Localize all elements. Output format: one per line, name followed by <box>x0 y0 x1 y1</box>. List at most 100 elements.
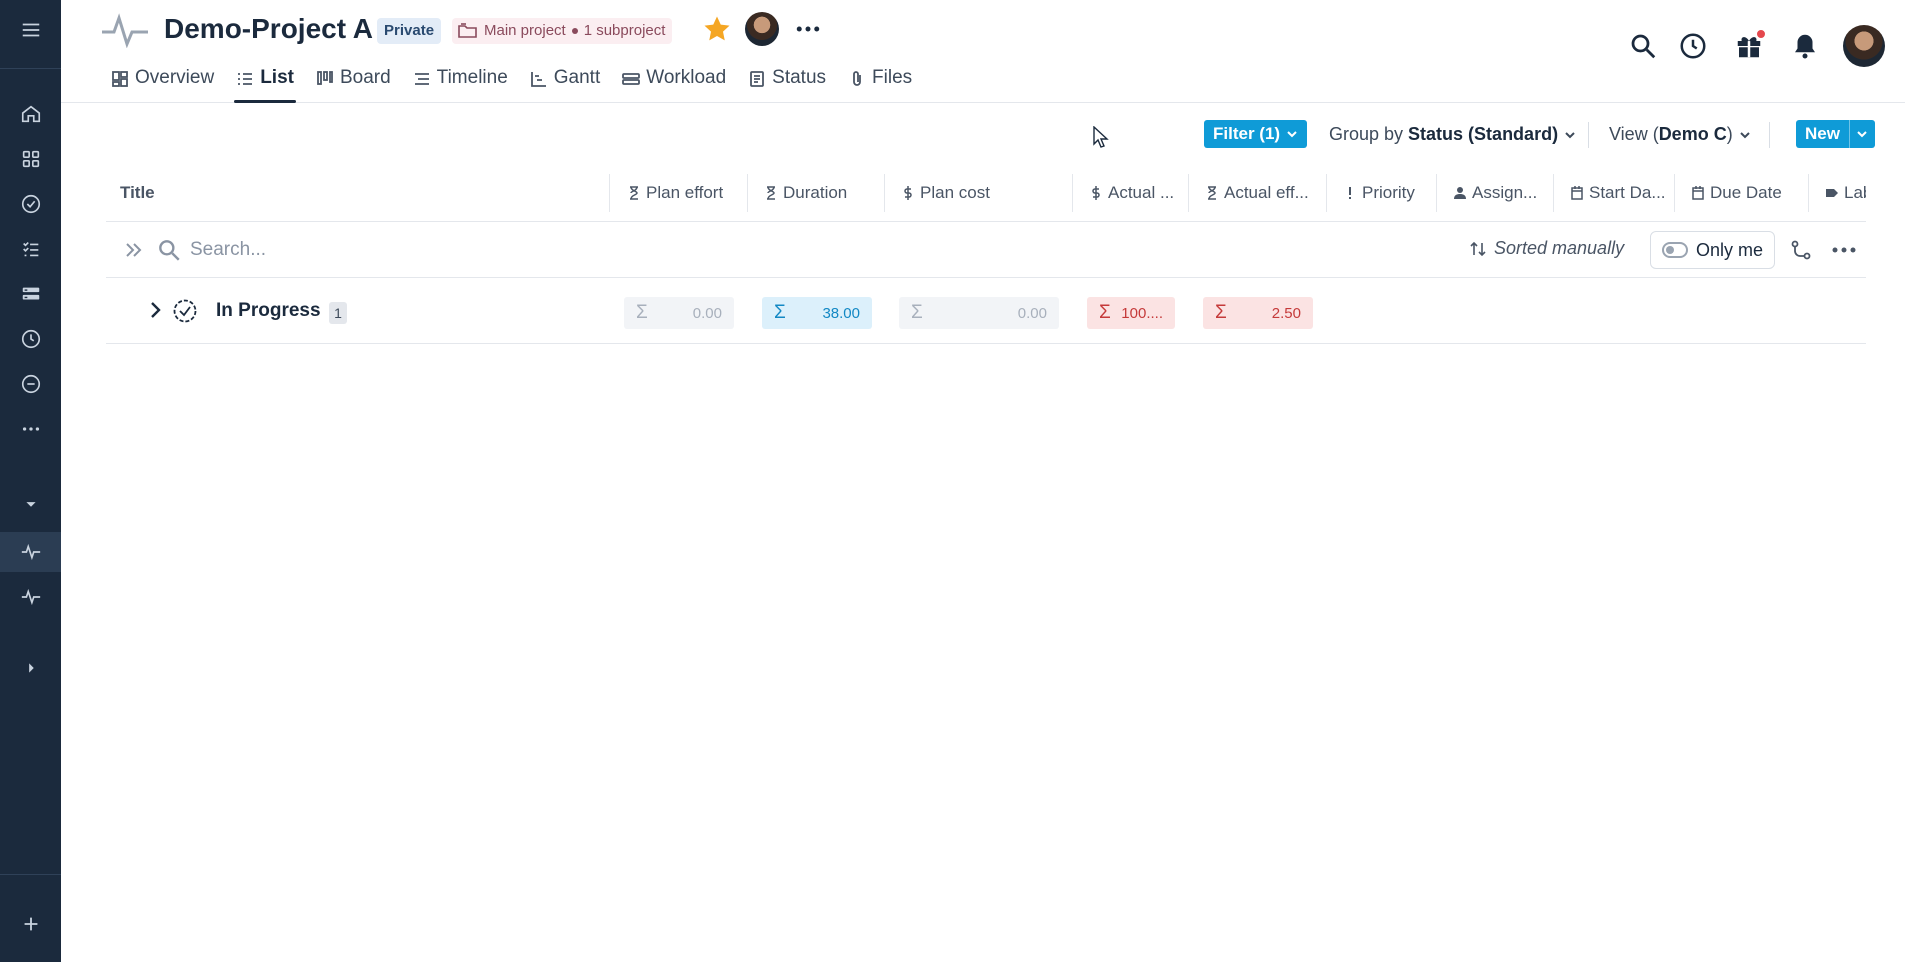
project-pulse-icon <box>102 13 148 48</box>
column-resizer[interactable] <box>1674 174 1675 212</box>
tab-status[interactable]: Status <box>737 62 837 103</box>
tab-overview[interactable]: Overview <box>100 62 225 103</box>
more-horizontal-icon[interactable] <box>793 14 823 44</box>
new-item-button[interactable]: New <box>1796 120 1875 148</box>
column-label: Plan cost <box>920 183 990 202</box>
group-by-prefix: Group by <box>1329 124 1409 144</box>
sum-plan-cost: Σ 0.00 <box>899 297 1059 329</box>
column-header-labels[interactable]: Labe <box>1826 164 1866 222</box>
gift-icon[interactable] <box>1731 28 1767 64</box>
tab-timeline[interactable]: Timeline <box>402 62 519 103</box>
chevron-down-icon <box>1739 131 1750 138</box>
folder-icon <box>458 23 477 38</box>
tab-workload[interactable]: Workload <box>611 62 737 103</box>
double-chevron-right-icon[interactable] <box>122 238 146 262</box>
column-label: Priority <box>1362 183 1415 202</box>
menu-icon[interactable] <box>0 10 61 50</box>
column-header-plan-cost[interactable]: Plan cost <box>902 164 990 222</box>
clock-icon[interactable] <box>0 319 61 359</box>
view-suffix: ) <box>1726 124 1733 144</box>
tab-label: Board <box>339 67 391 88</box>
search-input[interactable] <box>190 234 790 266</box>
column-header-title[interactable]: Title <box>120 164 155 222</box>
subtask-tree-icon[interactable] <box>1789 238 1813 262</box>
sort-arrows-icon <box>1470 241 1486 256</box>
board-icon <box>317 71 333 85</box>
user-avatar[interactable] <box>1843 25 1885 67</box>
group-by-selector[interactable]: Group by Status (Standard) <box>1329 124 1576 145</box>
chevron-down-icon <box>1287 131 1297 138</box>
rail-divider <box>0 874 61 875</box>
caret-right-icon[interactable] <box>0 648 61 688</box>
tab-gantt[interactable]: Gantt <box>519 62 611 103</box>
column-resizer[interactable] <box>884 174 885 212</box>
bell-icon[interactable] <box>1787 28 1823 64</box>
caret-down-icon[interactable] <box>0 484 61 524</box>
column-resizer[interactable] <box>1072 174 1073 212</box>
exclamation-icon <box>1349 187 1351 199</box>
project-title[interactable]: Demo-Project A <box>164 13 373 45</box>
tab-board[interactable]: Board <box>305 62 402 103</box>
toolbar-divider <box>1769 122 1770 148</box>
tab-list[interactable]: List <box>225 62 305 103</box>
owner-avatar[interactable] <box>745 12 779 46</box>
plus-icon[interactable] <box>0 904 61 944</box>
tab-label: Gantt <box>553 67 601 88</box>
column-resizer[interactable] <box>1188 174 1189 212</box>
column-label: Labe <box>1844 183 1866 202</box>
column-header-assignee[interactable]: Assign... <box>1454 164 1548 222</box>
sum-value: 38.00 <box>822 304 860 322</box>
toggle-switch[interactable] <box>1662 242 1688 258</box>
chevron-right-icon[interactable] <box>146 299 166 321</box>
column-resizer[interactable] <box>609 174 610 212</box>
column-resizer[interactable] <box>1326 174 1327 212</box>
view-tabs: Overview List Board Timeline Gantt Workl… <box>100 62 923 103</box>
subproject-chip[interactable]: Main project 1 subproject <box>452 18 673 44</box>
sigma-icon: Σ <box>636 302 648 323</box>
status-group-row[interactable]: In Progress 1 Σ 0.00 Σ 38.00 Σ 0.00 Σ 10… <box>106 278 1866 344</box>
calendar-icon <box>1692 186 1704 200</box>
more-horizontal-icon[interactable] <box>0 409 61 449</box>
toolbar-divider <box>1588 122 1589 148</box>
column-resizer[interactable] <box>1553 174 1554 212</box>
filter-button[interactable]: Filter (1) <box>1204 120 1308 148</box>
portfolio-icon[interactable] <box>0 274 61 314</box>
task-list-icon[interactable] <box>0 229 61 269</box>
home-icon[interactable] <box>0 94 61 134</box>
tab-label: Workload <box>646 67 727 88</box>
filter-label: Filter (1) <box>1213 124 1281 143</box>
column-header-due-date[interactable]: Due Date <box>1692 164 1782 222</box>
column-header-priority[interactable]: Priority <box>1344 164 1415 222</box>
privacy-badge[interactable]: Private <box>377 18 442 44</box>
dollar-icon <box>1092 186 1100 200</box>
tab-files[interactable]: Files <box>837 62 923 103</box>
column-header-start-date[interactable]: Start Da... <box>1571 164 1669 222</box>
separator-dot <box>571 28 578 34</box>
only-me-label: Only me <box>1696 239 1764 260</box>
column-header-actual-cost[interactable]: Actual ... <box>1090 164 1174 222</box>
column-resizer[interactable] <box>1808 174 1809 212</box>
apps-grid-icon[interactable] <box>0 139 61 179</box>
pulse-icon[interactable] <box>0 532 61 572</box>
column-resizer[interactable] <box>747 174 748 212</box>
column-header-plan-effort[interactable]: Plan effort <box>628 164 723 222</box>
only-me-toggle[interactable]: Only me <box>1650 231 1776 269</box>
mouse-cursor-icon <box>1093 126 1109 148</box>
more-horizontal-icon[interactable] <box>1829 236 1859 264</box>
table-header: Title Plan effort Duration Plan cost Act… <box>106 164 1866 222</box>
view-selector[interactable]: View (Demo C) <box>1609 124 1751 145</box>
history-clock-icon[interactable] <box>1675 28 1711 64</box>
sigma-icon: Σ <box>774 302 786 323</box>
new-dropdown-toggle[interactable] <box>1848 120 1875 148</box>
favorite-star-icon[interactable] <box>702 14 732 44</box>
check-circle-icon[interactable] <box>0 184 61 224</box>
sum-duration: Σ 38.00 <box>762 297 872 329</box>
column-header-actual-effort[interactable]: Actual eff... <box>1206 164 1309 222</box>
column-label: Start Da... <box>1589 183 1666 202</box>
column-header-duration[interactable]: Duration <box>765 164 847 222</box>
column-resizer[interactable] <box>1436 174 1437 212</box>
minus-circle-icon[interactable] <box>0 364 61 404</box>
search-icon[interactable] <box>1625 28 1661 64</box>
pulse-icon[interactable] <box>0 577 61 617</box>
sort-indicator[interactable]: Sorted manually <box>1470 238 1624 259</box>
